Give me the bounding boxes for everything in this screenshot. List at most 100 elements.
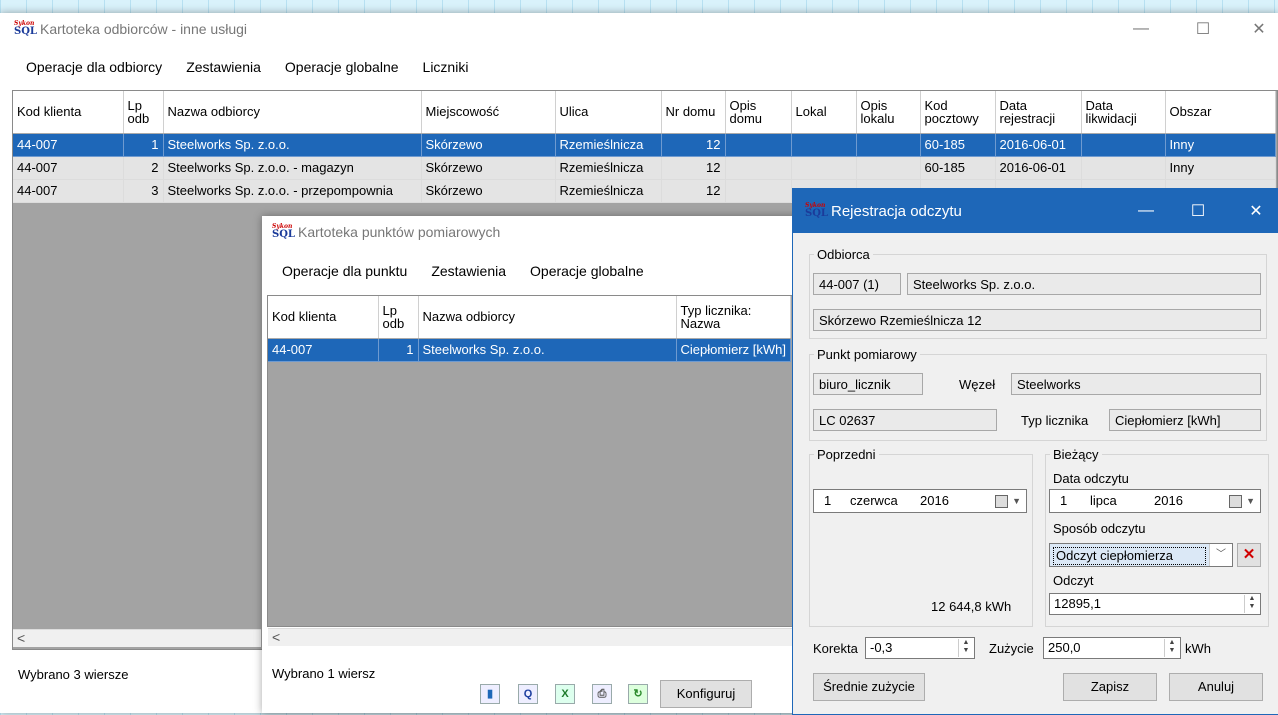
col-data-rejestracji[interactable]: Data rejestracji [995,91,1082,134]
sposob-odczytu-select[interactable]: Odczyt ciepłomierza ﹀ [1049,543,1233,567]
dialog-close-button[interactable]: ✕ [1233,189,1278,233]
cell-nr: 12 [661,156,726,180]
col-obszar[interactable]: Obszar [1165,91,1276,134]
reading-registration-dialog: Sykon SQL Rejestracja odczytu — ☐ ✕ Odbio… [792,188,1278,715]
col-nazwa-odbiorcy[interactable]: Nazwa odbiorcy [163,91,422,134]
col-opis-domu[interactable]: Opis domu [725,91,792,134]
print-icon[interactable]: ⎙ [592,684,612,704]
calendar-icon[interactable] [995,495,1008,508]
chevron-down-icon[interactable]: ▼ [1246,490,1255,512]
zuzycie-value: 250,0 [1048,640,1081,655]
maximize-button[interactable]: ☐ [1180,13,1226,45]
menu-operacje-odbiorcy[interactable]: Operacje dla odbiorcy [14,59,174,75]
poprzedni-date-picker[interactable]: 1 czerwca 2016 ▼ [813,489,1027,513]
col-nazwa-odbiorcy[interactable]: Nazwa odbiorcy [418,296,677,339]
cell-opis-domu [725,133,792,157]
cell-data-lik [1081,133,1166,157]
col-opis-lokalu[interactable]: Opis lokalu [856,91,921,134]
col-lokal[interactable]: Lokal [791,91,857,134]
customers-header-row: Kod klienta Lp odb Nazwa odbiorcy Miejsc… [13,91,1276,134]
configure-button[interactable]: Konfiguruj [660,680,752,708]
cell-miejscowosc: Skórzewo [421,133,556,157]
cell-nazwa: Steelworks Sp. z.o.o. [418,338,677,362]
col-kod-klienta[interactable]: Kod klienta [13,91,124,134]
points-titlebar[interactable]: Sykon SQL Kartoteka punktów pomiarowych [262,216,802,248]
table-row[interactable]: 44-007 1 Steelworks Sp. z.o.o. Ciepłomie… [268,338,791,362]
biezacy-date-picker[interactable]: 1 lipca 2016 ▼ [1049,489,1261,513]
poprzedni-year: 2016 [920,493,949,508]
cell-miejscowosc: Skórzewo [421,179,556,203]
chart-icon[interactable]: ▮ [480,684,500,704]
zuzycie-spinner[interactable]: ▲ ▼ [1164,639,1179,657]
query-icon[interactable]: Q [518,684,538,704]
points-horizontal-scrollbar[interactable]: < [268,628,796,646]
odczyt-label: Odczyt [1053,573,1094,588]
cell-obszar: Inny [1165,156,1276,180]
data-odczytu-label: Data odczytu [1053,471,1129,486]
close-button[interactable]: ✕ [1236,13,1278,45]
biezacy-legend: Bieżący [1053,447,1099,462]
korekta-input[interactable]: -0,3 ▲ ▼ [865,637,975,659]
poprzedni-legend: Poprzedni [817,447,876,462]
main-titlebar[interactable]: Sykon SQL Kartoteka odbiorców - inne usłu… [0,13,1278,45]
col-kod-pocztowy[interactable]: Kod pocztowy [920,91,996,134]
menu-liczniki[interactable]: Liczniki [411,59,481,75]
menu-operacje-globalne[interactable]: Operacje globalne [518,263,656,279]
table-row[interactable]: 44-007 2 Steelworks Sp. z.o.o. - magazyn… [13,156,1276,180]
zuzycie-input[interactable]: 250,0 ▲ ▼ [1043,637,1181,659]
dialog-maximize-button[interactable]: ☐ [1175,189,1221,233]
clear-sposob-button[interactable]: ✕ [1237,543,1261,567]
col-miejscowosc[interactable]: Miejscowość [421,91,556,134]
zapisz-button[interactable]: Zapisz [1063,673,1157,701]
dialog-titlebar[interactable]: Sykon SQL Rejestracja odczytu — ☐ ✕ [793,189,1278,233]
wezel-field: Steelworks [1011,373,1261,395]
cell-opis-domu [725,156,792,180]
col-lp-odb[interactable]: Lp odb [378,296,419,339]
main-menubar: Operacje dla odbiorcy Zestawienia Operac… [0,59,1278,75]
dialog-minimize-button[interactable]: — [1123,189,1169,233]
chevron-down-icon[interactable]: ﹀ [1209,544,1232,566]
sposob-odczytu-value: Odczyt ciepłomierza [1053,547,1206,565]
odczyt-spinner[interactable]: ▲ ▼ [1244,595,1259,613]
korekta-label: Korekta [813,641,858,656]
col-nr-domu[interactable]: Nr domu [661,91,726,134]
main-horizontal-scrollbar[interactable]: < [13,629,261,647]
cell-lp: 3 [123,179,164,203]
menu-zestawienia[interactable]: Zestawienia [174,59,273,75]
cell-opis-domu [725,179,792,203]
table-row[interactable]: 44-007 1 Steelworks Sp. z.o.o. Skórzewo … [13,133,1276,157]
col-kod-klienta[interactable]: Kod klienta [268,296,379,339]
menu-operacje-globalne[interactable]: Operacje globalne [273,59,411,75]
odbiorca-nazwa-field: Steelworks Sp. z.o.o. [907,273,1261,295]
punkt-legend: Punkt pomiarowy [817,347,917,362]
col-ulica[interactable]: Ulica [555,91,662,134]
typ-licznika-label: Typ licznika [1021,413,1089,428]
refresh-icon[interactable]: ↻ [628,684,648,704]
menu-zestawienia[interactable]: Zestawienia [419,263,518,279]
calendar-icon[interactable] [1229,495,1242,508]
wezel-label: Węzeł [959,377,996,392]
points-grid[interactable]: Kod klienta Lp odb Nazwa odbiorcy Typ li… [267,295,799,627]
col-lp-odb[interactable]: Lp odb [123,91,164,134]
anuluj-button[interactable]: Anuluj [1169,673,1263,701]
korekta-spinner[interactable]: ▲ ▼ [958,639,973,657]
chevron-down-icon[interactable]: ▼ [1012,490,1021,512]
scroll-left-icon[interactable]: < [272,629,280,645]
cell-data-rej: 2016-06-01 [995,133,1082,157]
srednie-zuzycie-button[interactable]: Średnie zużycie [813,673,925,701]
zuzycie-unit: kWh [1185,641,1211,656]
cell-nr: 12 [661,133,726,157]
cell-nr: 12 [661,179,726,203]
typ-licznika-field: Ciepłomierz [kWh] [1109,409,1261,431]
customers-table: Kod klienta Lp odb Nazwa odbiorcy Miejsc… [13,91,1276,203]
minimize-button[interactable]: — [1118,13,1164,45]
cell-lokal [791,133,857,157]
excel-icon[interactable]: X [555,684,575,704]
col-typ-licznika[interactable]: Typ licznika: Nazwa [676,296,791,339]
biezacy-day: 1 [1060,493,1068,508]
menu-operacje-punktu[interactable]: Operacje dla punktu [270,263,419,279]
cell-obszar: Inny [1165,133,1276,157]
scroll-left-icon[interactable]: < [17,630,25,646]
odczyt-input[interactable]: 12895,1 ▲ ▼ [1049,593,1261,615]
col-data-likwidacji[interactable]: Data likwidacji [1081,91,1166,134]
